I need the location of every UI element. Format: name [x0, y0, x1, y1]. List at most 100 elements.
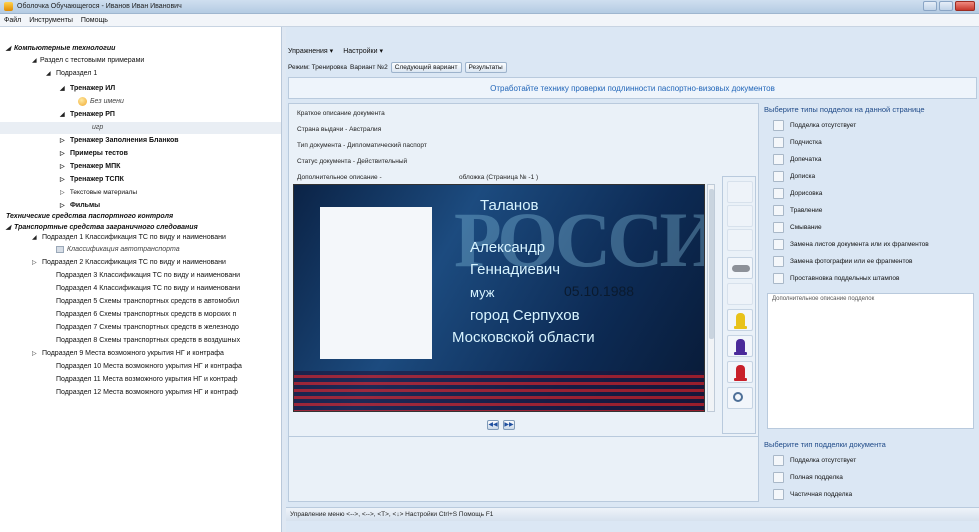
- exercises-menu[interactable]: Упражнения ▾: [288, 47, 333, 55]
- expand-icon[interactable]: ◢: [46, 68, 54, 80]
- tree-node[interactable]: ▷ Подраздел 2 Классификация ТС по виду и…: [32, 257, 226, 269]
- checkbox[interactable]: [773, 154, 784, 165]
- doc-forgery-option[interactable]: Полная подделка: [763, 469, 979, 486]
- checkbox[interactable]: [773, 205, 784, 216]
- tree-node[interactable]: Подраздел 10 Места возможного укрытия НГ…: [56, 361, 242, 373]
- expand-icon[interactable]: ◢: [60, 109, 68, 121]
- tree-node[interactable]: ◢ Подраздел 1 Классификация ТС по виду и…: [32, 232, 226, 244]
- doc-forgery-option[interactable]: Частичная подделка: [763, 486, 979, 503]
- stamp-yellow-button[interactable]: [727, 309, 753, 331]
- checkbox[interactable]: [773, 239, 784, 250]
- collapsed-icon[interactable]: ▷: [60, 174, 68, 186]
- menu-tools[interactable]: Инструменты: [29, 17, 73, 24]
- expand-icon[interactable]: ◢: [32, 55, 40, 67]
- close-button[interactable]: [955, 1, 975, 11]
- expand-icon[interactable]: ◢: [60, 83, 68, 95]
- forgery-option[interactable]: Травление: [763, 202, 979, 219]
- tree-node[interactable]: ◢ Компьютерные технологии: [6, 43, 115, 55]
- checkbox[interactable]: [773, 455, 784, 466]
- forgery-description-field[interactable]: Дополнительное описание подделок: [767, 293, 974, 429]
- tree-node[interactable]: Подраздел 6 Схемы транспортных средств в…: [56, 309, 236, 321]
- tree-node[interactable]: ◢ Раздел с тестовыми примерами: [32, 55, 144, 67]
- collapsed-icon[interactable]: ▷: [60, 148, 68, 160]
- forgery-option[interactable]: Дописка: [763, 168, 979, 185]
- tree-node[interactable]: ▷ Текстовые материалы: [60, 187, 137, 199]
- results-button[interactable]: Результаты: [464, 61, 507, 73]
- forgery-option[interactable]: Допечатка: [763, 151, 979, 168]
- tree-node[interactable]: ▷ Подраздел 9 Места возможного укрытия Н…: [32, 348, 224, 360]
- tool-disabled-4[interactable]: [727, 283, 753, 305]
- tree-node-label: Примеры тестов: [69, 150, 128, 157]
- collapsed-icon[interactable]: ▷: [60, 187, 68, 199]
- forgery-option[interactable]: Дорисовка: [763, 185, 979, 202]
- forgery-option[interactable]: Смывание: [763, 219, 979, 236]
- bulb-icon: [78, 96, 87, 106]
- doc-forgery-option[interactable]: Подделка отсутствует: [763, 452, 979, 469]
- tree-node[interactable]: Подраздел 5 Схемы транспортных средств в…: [56, 296, 239, 308]
- tree-leaf[interactable]: Классификация автотранспорта: [56, 244, 180, 256]
- forgery-types-heading: Выберите типы подделок на данной страниц…: [764, 105, 925, 114]
- stamp-red-button[interactable]: [727, 361, 753, 383]
- maximize-button[interactable]: [939, 1, 953, 11]
- checkbox[interactable]: [773, 222, 784, 233]
- checkbox[interactable]: [773, 489, 784, 500]
- collapsed-icon[interactable]: ▷: [32, 348, 40, 360]
- forgery-option[interactable]: Замена листов документа или их фрагменто…: [763, 236, 979, 253]
- collapsed-icon[interactable]: ▷: [60, 161, 68, 173]
- checkbox[interactable]: [773, 171, 784, 182]
- passport-sex: муж: [470, 285, 495, 300]
- tool-disabled-1[interactable]: [727, 181, 753, 203]
- checkbox[interactable]: [773, 188, 784, 199]
- doc-forgery-option-label: Частичная подделка: [790, 491, 853, 498]
- tree-node[interactable]: Подраздел 4 Классификация ТС по виду и н…: [56, 283, 240, 295]
- tree-node[interactable]: Подраздел 3 Классификация ТС по виду и н…: [56, 270, 240, 282]
- tree-node[interactable]: Подраздел 8 Схемы транспортных средств в…: [56, 335, 240, 347]
- tree-node[interactable]: ◢ Подраздел 1: [46, 68, 97, 80]
- prev-page-button[interactable]: ◀◀: [487, 420, 499, 430]
- tree-node[interactable]: Подраздел 7 Схемы транспортных средств в…: [56, 322, 239, 334]
- purple-stamp-icon: [734, 339, 747, 355]
- forgery-option[interactable]: Подделка отсутствует: [763, 117, 979, 134]
- tool-roll[interactable]: [727, 257, 753, 279]
- tree-node[interactable]: Подраздел 11 Места возможного укрытия НГ…: [56, 374, 237, 386]
- menu-help[interactable]: Помощь: [81, 17, 108, 24]
- tool-disabled-2[interactable]: [727, 205, 753, 227]
- collapsed-icon[interactable]: ▷: [60, 135, 68, 147]
- doc-type: Тип документа - Дипломатический паспорт: [297, 142, 427, 149]
- checkbox[interactable]: [773, 472, 784, 483]
- checkbox[interactable]: [773, 273, 784, 284]
- stamp-purple-button[interactable]: [727, 335, 753, 357]
- menu-file[interactable]: Файл: [4, 17, 21, 24]
- collapsed-icon[interactable]: ▷: [32, 257, 40, 269]
- next-variant-button[interactable]: Следующий вариант: [390, 61, 462, 73]
- forgery-option[interactable]: Замена фотографии или ее фрагментов: [763, 253, 979, 270]
- tree-node[interactable]: ▷ Примеры тестов: [60, 148, 128, 160]
- image-scrollbar[interactable]: [707, 184, 715, 412]
- magnifier-button[interactable]: [727, 387, 753, 409]
- main-toolbar: Упражнения ▾ Настройки ▾: [288, 45, 383, 57]
- tree-node[interactable]: ◢ Тренажер ИЛ: [60, 83, 115, 95]
- checkbox[interactable]: [773, 120, 784, 131]
- tool-disabled-3[interactable]: [727, 229, 753, 251]
- expand-icon[interactable]: ◢: [32, 232, 40, 244]
- tree-node[interactable]: ▷ Тренажер ТСПК: [60, 174, 124, 186]
- expand-icon[interactable]: ◢: [6, 222, 14, 234]
- checkbox[interactable]: [773, 256, 784, 267]
- tree-node[interactable]: Подраздел 12 Места возможного укрытия НГ…: [56, 387, 238, 399]
- tree-node[interactable]: ◢ Тренажер РП: [60, 109, 115, 121]
- passport-image[interactable]: РОССИЯ Таланов Александр Геннадиевич муж…: [293, 184, 705, 412]
- forgery-option[interactable]: Подчистка: [763, 134, 979, 151]
- tree-leaf-selected[interactable]: игр: [0, 122, 281, 134]
- tree-leaf[interactable]: Без имени: [78, 96, 124, 108]
- minimize-button[interactable]: [923, 1, 937, 11]
- expand-icon[interactable]: ◢: [6, 43, 14, 55]
- magnifier-icon: [733, 392, 743, 402]
- checkbox[interactable]: [773, 137, 784, 148]
- next-page-button[interactable]: ▶▶: [503, 420, 515, 430]
- settings-menu[interactable]: Настройки ▾: [343, 47, 383, 55]
- tree-node[interactable]: ▷ Тренажер Заполнения Бланков: [60, 135, 179, 147]
- tree-node[interactable]: ▷ Тренажер МПК: [60, 161, 120, 173]
- scroll-thumb[interactable]: [709, 189, 714, 339]
- passport-date: 05.10.1988: [564, 283, 635, 299]
- forgery-option[interactable]: Проставновка поддельных штампов: [763, 270, 979, 287]
